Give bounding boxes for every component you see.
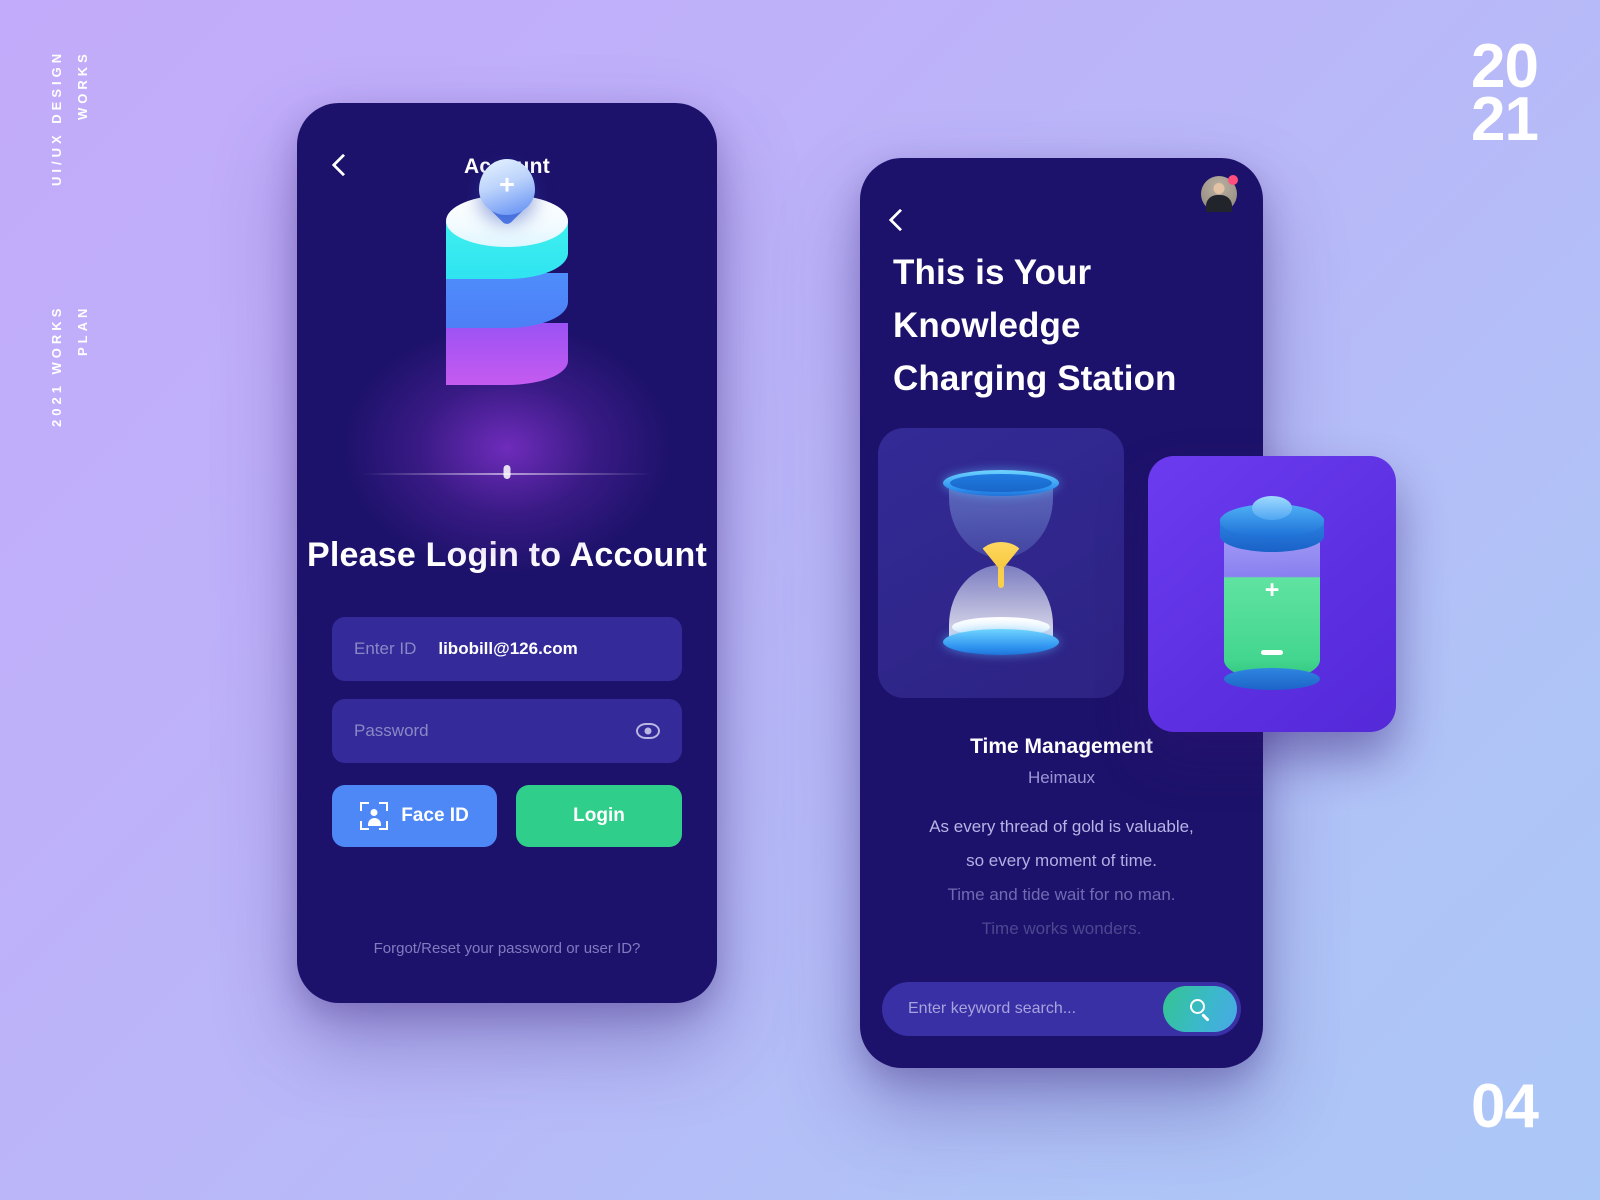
id-field-label: Enter ID: [354, 639, 417, 659]
login-screen: Account + Please Login to Account Ent: [297, 103, 717, 1003]
side-label-line-2: WORKS: [75, 50, 90, 120]
login-button[interactable]: Login: [516, 785, 682, 848]
base-dot: [503, 465, 511, 479]
hourglass-icon: [943, 469, 1059, 655]
login-phone-mockup: Account + Please Login to Account Ent: [297, 103, 717, 1003]
base-line: [362, 473, 652, 475]
hourglass-sand-stream: [998, 565, 1004, 588]
side-label-line-1: UI/UX DESIGN: [49, 50, 64, 187]
side-label-line-3: 2021 WORKS: [49, 305, 64, 428]
avatar-head: [1213, 183, 1225, 194]
avatar-body: [1206, 195, 1232, 212]
face-id-button-label: Face ID: [401, 805, 469, 827]
login-form: Enter ID libobill@126.com Password: [332, 617, 682, 764]
search-input[interactable]: Enter keyword search...: [908, 1000, 1163, 1018]
side-label-design: UI/UX DESIGN WORKS: [44, 50, 96, 270]
hourglass-rim-top-inner: [950, 473, 1052, 492]
battery-minus-label: [1261, 650, 1283, 655]
login-illustration: +: [297, 159, 717, 573]
year-stamp: 20 21: [1471, 35, 1539, 155]
battery-bottom: [1224, 668, 1320, 690]
pin-plus-label: +: [499, 169, 515, 200]
quote-block: As every thread of gold is valuable, so …: [860, 810, 1263, 946]
cylinder-band-blue: [446, 273, 568, 328]
quote-line: Time and tide wait for no man.: [947, 884, 1176, 904]
cylinder-band-purple: [446, 323, 568, 385]
battery-terminal: [1252, 496, 1292, 520]
hourglass-rim-bottom: [943, 628, 1059, 655]
stacked-cylinder-graphic: +: [446, 159, 568, 390]
id-field[interactable]: Enter ID libobill@126.com: [332, 617, 682, 682]
quote-line: As every thread of gold is valuable,: [929, 816, 1194, 836]
battery-card[interactable]: +: [1148, 456, 1396, 732]
eye-pupil: [644, 727, 652, 735]
map-pin-plus-icon: +: [479, 159, 535, 227]
battery-body: [1224, 542, 1320, 680]
chevron-left-icon[interactable]: [884, 208, 910, 234]
battery-icon: +: [1220, 492, 1324, 692]
face-id-button[interactable]: Face ID: [332, 785, 497, 848]
password-field-placeholder: Password: [354, 721, 429, 741]
login-button-label: Login: [573, 805, 625, 827]
login-button-row: Face ID Login: [332, 785, 682, 848]
year-bottom: 21: [1471, 85, 1539, 155]
forgot-password-link[interactable]: Forgot/Reset your password or user ID?: [297, 940, 717, 957]
battery-plus-label: +: [1264, 576, 1280, 604]
search-button[interactable]: [1163, 986, 1237, 1032]
id-field-value: libobill@126.com: [438, 639, 578, 659]
avatar[interactable]: [1201, 175, 1238, 212]
quote-line: so every moment of time.: [966, 850, 1157, 870]
side-label-line-4: PLAN: [75, 305, 90, 357]
page-number: 04: [1471, 1072, 1539, 1141]
hourglass-rim-top: [943, 469, 1059, 496]
eye-icon[interactable]: [636, 723, 660, 740]
password-field[interactable]: Password: [332, 699, 682, 764]
content-author: Heimaux: [1027, 767, 1096, 787]
search-bar[interactable]: Enter keyword search...: [882, 982, 1241, 1036]
search-icon: [1190, 999, 1210, 1022]
face-id-icon: [360, 802, 389, 831]
login-headline: Please Login to Account: [306, 536, 708, 574]
quote-line: Time works wonders.: [981, 918, 1142, 938]
time-card[interactable]: [878, 427, 1124, 698]
notification-dot: [1228, 175, 1238, 185]
side-label-plan: 2021 WORKS PLAN: [44, 305, 96, 455]
knowledge-phone-mockup: This is Your Knowledge Charging Station …: [860, 158, 1396, 1068]
knowledge-headline: This is Your Knowledge Charging Station: [893, 253, 1177, 399]
content-title: Time Management: [970, 734, 1153, 758]
